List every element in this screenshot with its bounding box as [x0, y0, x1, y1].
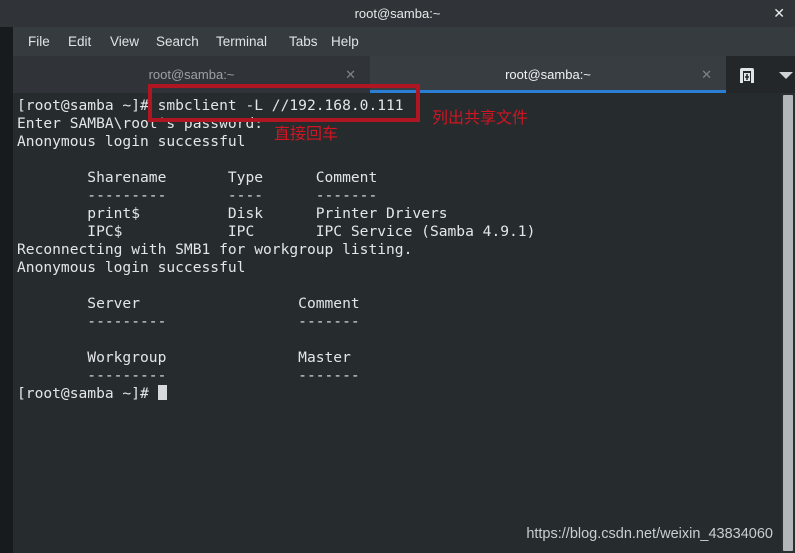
menu-bar: File Edit View Search Terminal Tabs Help	[13, 27, 795, 56]
tab-root-samba-1[interactable]: root@samba:~ ✕	[13, 56, 370, 93]
chevron-down-icon[interactable]	[768, 56, 795, 93]
terminal-body[interactable]: [root@samba ~]# smbclient -L //192.168.0…	[13, 93, 795, 553]
menu-item-search[interactable]: Search	[150, 27, 205, 56]
tab-close-icon[interactable]: ✕	[701, 56, 712, 93]
close-icon[interactable]: ✕	[773, 0, 785, 27]
terminal-window: root@samba:~ ✕ File Edit View Search Ter…	[0, 0, 795, 553]
tab-root-samba-2[interactable]: root@samba:~ ✕	[370, 56, 726, 93]
window-left-edge	[0, 27, 13, 553]
press-enter-note: 直接回车	[274, 124, 339, 143]
tab-close-icon[interactable]: ✕	[345, 56, 356, 93]
title-bar: root@samba:~ ✕	[0, 0, 795, 28]
menu-item-help[interactable]: Help	[325, 27, 365, 56]
tab-bar: root@samba:~ ✕ root@samba:~ ✕	[13, 56, 795, 93]
window-title: root@samba:~	[354, 6, 441, 21]
tab-label: root@samba:~	[148, 67, 235, 82]
menu-item-terminal[interactable]: Terminal	[210, 27, 273, 56]
chevron-glyph	[779, 72, 793, 79]
menu-item-edit[interactable]: Edit	[62, 27, 97, 56]
terminal-cursor	[157, 385, 167, 400]
watermark-text: https://blog.csdn.net/weixin_43834060	[526, 526, 773, 542]
list-shares-note: 列出共享文件	[432, 108, 529, 127]
scrollbar-thumb[interactable]	[783, 95, 793, 551]
terminal-scrollbar[interactable]	[781, 93, 795, 553]
new-tab-icon[interactable]	[726, 56, 768, 93]
tab-label: root@samba:~	[505, 67, 591, 82]
menu-item-tabs[interactable]: Tabs	[283, 27, 324, 56]
menu-item-view[interactable]: View	[104, 27, 145, 56]
menu-item-file[interactable]: File	[22, 27, 56, 56]
